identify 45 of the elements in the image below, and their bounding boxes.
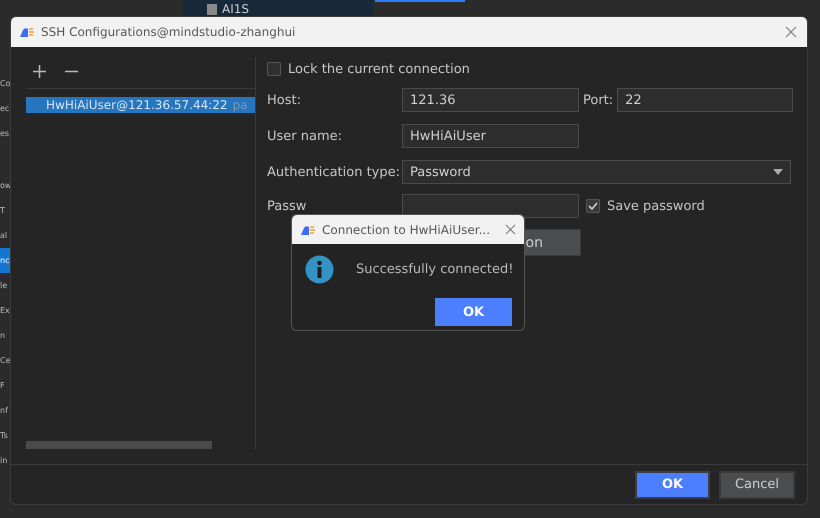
checkbox-label: Lock the current connection <box>288 62 470 76</box>
cancel-button[interactable]: Cancel <box>719 470 795 498</box>
ok-button[interactable]: OK <box>635 470 710 498</box>
scrollbar[interactable] <box>26 441 212 449</box>
background-sidebar-item[interactable]: Co <box>0 71 10 96</box>
background-sidebar-item[interactable]: Ex <box>0 298 10 323</box>
background-sidebar-item[interactable]: Ts <box>0 423 10 448</box>
background-sidebar-item[interactable]: T <box>0 198 10 223</box>
message-text: Successfully connected! <box>356 262 514 277</box>
port-field[interactable]: 22 <box>617 88 794 112</box>
username-field[interactable]: HwHiAiUser <box>402 124 579 148</box>
app-logo-icon <box>19 26 35 38</box>
background-sidebar-item[interactable]: Ce <box>0 348 10 373</box>
add-icon[interactable] <box>32 64 47 78</box>
dialog-title: SSH Configurations@mindstudio-zhanghui <box>41 25 296 39</box>
app-logo-icon <box>300 224 316 236</box>
close-icon[interactable] <box>505 224 516 235</box>
popup-title: Connection to HwHiAiUser... <box>322 222 492 236</box>
info-icon <box>305 255 334 284</box>
connection-item[interactable]: HwHiAiUser@121.36.57.44:22 pa <box>26 97 255 113</box>
caret-icon <box>773 169 783 175</box>
background-sidebar-item[interactable]: le <box>0 273 10 298</box>
background-sidebar-item[interactable]: F <box>0 373 10 398</box>
close-icon[interactable] <box>785 26 797 38</box>
background-sidebar-item[interactable]: es <box>0 121 10 146</box>
host-field[interactable]: 121.36 <box>402 88 579 112</box>
field-label: User name: <box>267 128 344 144</box>
checkbox-label: Save password <box>607 198 705 214</box>
background-sidebar-item[interactable]: n <box>0 323 10 348</box>
background-sidebar-item[interactable]: in <box>0 448 10 473</box>
background-sidebar-item[interactable]: al <box>0 223 10 248</box>
ok-button[interactable]: OK <box>435 298 512 326</box>
field-label: Port: <box>583 92 614 108</box>
background-sidebar-item[interactable]: nf <box>0 398 10 423</box>
remove-icon[interactable] <box>65 70 78 72</box>
field-label: Authentication type: <box>267 164 401 180</box>
field-label: Host: <box>267 92 302 108</box>
checkbox[interactable] <box>586 199 600 213</box>
tab-label[interactable]: AI1S <box>222 2 249 16</box>
background-sidebar-item[interactable]: ec <box>0 96 10 121</box>
checkbox[interactable] <box>267 62 281 76</box>
file-icon <box>207 4 217 14</box>
field-label: Passw <box>267 198 306 214</box>
background-sidebar-item[interactable]: nc <box>0 248 10 273</box>
auth-type-dropdown[interactable]: Password <box>402 160 791 184</box>
